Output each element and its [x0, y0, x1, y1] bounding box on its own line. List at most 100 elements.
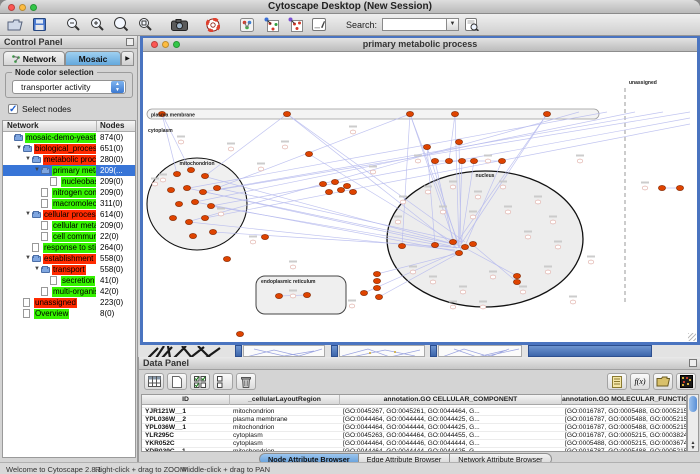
graph-node[interactable] [480, 305, 486, 309]
unselect-all-attributes-icon[interactable] [213, 373, 233, 390]
new-attribute-icon[interactable] [167, 373, 187, 390]
graph-node[interactable] [431, 158, 438, 163]
graph-node[interactable] [543, 111, 550, 116]
graph-node[interactable] [658, 185, 665, 190]
graph-node[interactable] [460, 290, 466, 294]
function-builder-icon[interactable]: f(x) [630, 373, 650, 390]
tab-network[interactable]: Network [3, 51, 65, 66]
graph-node[interactable] [360, 290, 367, 295]
tree-row-mosaic-demo-yeast[interactable]: mosaic-demo-yeast874(0) [3, 132, 135, 143]
table-icon[interactable] [144, 373, 164, 390]
graph-node[interactable] [201, 173, 208, 178]
graph-node[interactable] [175, 201, 182, 206]
graph-node[interactable] [373, 271, 380, 276]
graph-node[interactable] [513, 273, 520, 278]
resize-grip[interactable] [688, 333, 696, 341]
graph-node[interactable] [475, 195, 481, 199]
graph-node[interactable] [160, 178, 166, 182]
graph-node[interactable] [152, 182, 158, 186]
matrix-icon[interactable] [676, 373, 696, 390]
graph-node[interactable] [275, 293, 282, 298]
column-header[interactable]: _cellularLayoutRegion [230, 395, 340, 405]
minimized-window-titlebar[interactable] [331, 345, 338, 357]
graph-node[interactable] [500, 185, 506, 189]
search-options-icon[interactable] [461, 15, 483, 34]
graph-node[interactable] [325, 189, 332, 194]
graph-node[interactable] [577, 159, 583, 163]
minimized-window-titlebar[interactable] [235, 345, 242, 357]
graph-node[interactable] [451, 111, 458, 116]
column-header[interactable]: ID [142, 395, 230, 405]
network-graph-canvas[interactable]: plasma membranecytoplasmmitochondrionnuc… [143, 52, 697, 342]
zoom-in-icon[interactable] [86, 15, 108, 34]
graph-node[interactable] [228, 147, 234, 151]
scrollbar-thumb[interactable] [689, 396, 697, 412]
graph-node[interactable] [455, 139, 462, 144]
graph-node[interactable] [187, 167, 194, 172]
graph-node[interactable] [440, 210, 446, 214]
attribute-list-icon[interactable] [607, 373, 627, 390]
graph-node[interactable] [349, 189, 356, 194]
graph-node[interactable] [450, 305, 456, 309]
tree-row-cell-communicat[interactable]: cell communicat22(0) [3, 231, 135, 242]
network-merge-icon[interactable] [284, 15, 306, 34]
graph-node[interactable] [588, 260, 594, 264]
float-panel-icon[interactable] [689, 359, 697, 367]
graph-node[interactable] [505, 210, 511, 214]
table-row[interactable]: YDR039C__1mitochondrion[GO:0044464, GO:0… [142, 448, 686, 452]
tab-mosaic[interactable]: Mosaic [65, 51, 121, 66]
minimized-window-titlebar[interactable] [528, 345, 652, 357]
tree-row-biological-process[interactable]: ▼biological_process651(0) [3, 143, 135, 154]
tree-row-response-to-stimulu[interactable]: response to stimulu264(0) [3, 242, 135, 253]
node-color-dropdown[interactable]: transporter activity ▲▼ [12, 80, 126, 94]
graph-node[interactable] [201, 215, 208, 220]
graph-node[interactable] [258, 167, 264, 171]
attribute-table[interactable]: ID_cellularLayoutRegionannotation.GO CEL… [141, 394, 687, 452]
column-header[interactable]: annotation.GO MOLECULAR_FUNCTION [562, 395, 687, 405]
graph-node[interactable] [370, 170, 376, 174]
graph-node[interactable] [373, 278, 380, 283]
graph-node[interactable] [550, 220, 556, 224]
network-tree-header[interactable]: Network Nodes [3, 121, 135, 132]
graph-node[interactable] [461, 244, 468, 249]
graph-node[interactable] [395, 220, 401, 224]
graph-node[interactable] [319, 181, 326, 186]
table-row[interactable]: YLR295Ccytoplasm[GO:0045263, GO:0044464,… [142, 432, 686, 440]
tree-row-nitrogen-compo[interactable]: nitrogen compo209(0) [3, 187, 135, 198]
graph-node[interactable] [520, 290, 526, 294]
graph-node[interactable] [191, 199, 198, 204]
minimized-window-titlebar[interactable] [430, 345, 437, 357]
graph-node[interactable] [406, 111, 413, 116]
graph-node[interactable] [535, 200, 541, 204]
graph-node[interactable] [425, 190, 431, 194]
graph-node[interactable] [470, 158, 477, 163]
graph-node[interactable] [350, 130, 356, 134]
graph-node[interactable] [185, 219, 192, 224]
graph-node[interactable] [423, 144, 430, 149]
graph-node[interactable] [303, 292, 310, 297]
zoom-fit-icon[interactable] [110, 15, 132, 34]
minimized-window-preview[interactable] [339, 345, 425, 357]
expand-arrow-icon[interactable]: ▼ [25, 211, 31, 218]
graph-node[interactable] [430, 280, 436, 284]
graph-node[interactable] [290, 265, 296, 269]
table-row[interactable]: YPL036W__1mitochondrion[GO:0044464, GO:0… [142, 424, 686, 432]
graph-node[interactable] [282, 145, 288, 149]
graph-node[interactable] [283, 111, 290, 116]
graph-node[interactable] [410, 270, 416, 274]
graph-node[interactable] [337, 187, 344, 192]
graph-node[interactable] [458, 158, 465, 163]
graph-node[interactable] [373, 285, 380, 290]
snapshot-icon[interactable] [168, 15, 190, 34]
tree-row-nucleobase-[interactable]: nucleobase-209(0) [3, 176, 135, 187]
graph-node[interactable] [642, 186, 648, 190]
graph-node[interactable] [445, 158, 452, 163]
graph-node[interactable] [213, 185, 220, 190]
graph-node[interactable] [431, 242, 438, 247]
graph-node[interactable] [375, 294, 382, 299]
select-all-attributes-icon[interactable] [190, 373, 210, 390]
float-panel-icon[interactable] [126, 38, 134, 46]
expand-arrow-icon[interactable]: ▼ [34, 167, 40, 174]
expand-arrow-icon[interactable]: ▼ [25, 255, 31, 262]
search-dropdown-icon[interactable]: ▼ [446, 18, 459, 31]
